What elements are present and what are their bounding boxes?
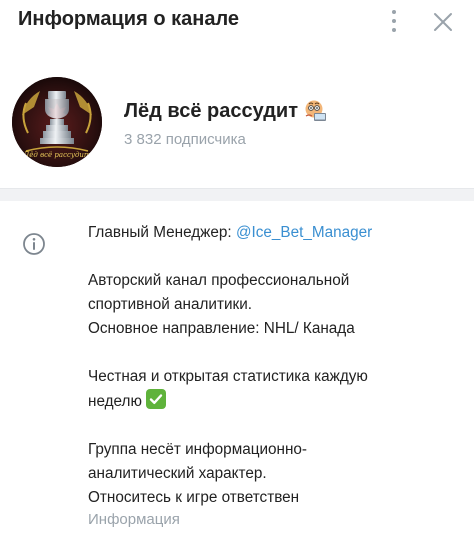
channel-description: Главный Менеджер: @Ice_Bet_Manager Автор… [88, 221, 458, 510]
description-line: Основное направление: NHL/ Канада [88, 320, 355, 337]
description-line: Честная и открытая статистика каждую [88, 368, 368, 385]
nerd-face-laptop-icon [305, 100, 327, 121]
more-vertical-icon [392, 10, 396, 14]
manager-link[interactable]: @Ice_Bet_Manager [236, 224, 372, 241]
more-vertical-icon-dot [392, 28, 396, 32]
check-mark-icon [145, 389, 166, 409]
close-button[interactable] [430, 9, 456, 35]
description-line: неделю [88, 389, 458, 414]
avatar[interactable]: Лёд всё рассудит [12, 77, 102, 167]
manager-line: Главный Менеджер: @Ice_Bet_Manager [88, 221, 458, 245]
more-options-button[interactable] [380, 6, 408, 36]
info-caption: Информация [88, 511, 180, 528]
page-title: Информация о канале [18, 8, 240, 30]
channel-name-text: Лёд всё рассудит [124, 99, 299, 122]
subscriber-count: 3 832 подписчика [124, 131, 246, 148]
more-vertical-icon-dot [392, 19, 396, 23]
description-text: неделю [88, 393, 142, 410]
avatar-caption: Лёд всё рассудит [22, 151, 91, 159]
description-line: Группа несёт информационно- [88, 441, 308, 458]
header: Информация о канале [0, 0, 474, 44]
manager-label: Главный Менеджер: [88, 224, 236, 241]
channel-name: Лёд всё рассудит [124, 99, 327, 123]
info-icon [23, 233, 45, 255]
channel-profile: Лёд всё рассудит Лёд всё рассудит 3 832 … [0, 70, 474, 180]
channel-logo: Лёд всё рассудит [12, 77, 102, 167]
description-line: спортивной аналитики. [88, 296, 253, 313]
description-line: Авторский канал профессиональной [88, 272, 350, 289]
close-icon [434, 13, 452, 31]
section-divider [0, 188, 474, 201]
description-line: аналитический характер. [88, 465, 267, 482]
description-line: Относитесь к игре ответствен [88, 489, 300, 506]
